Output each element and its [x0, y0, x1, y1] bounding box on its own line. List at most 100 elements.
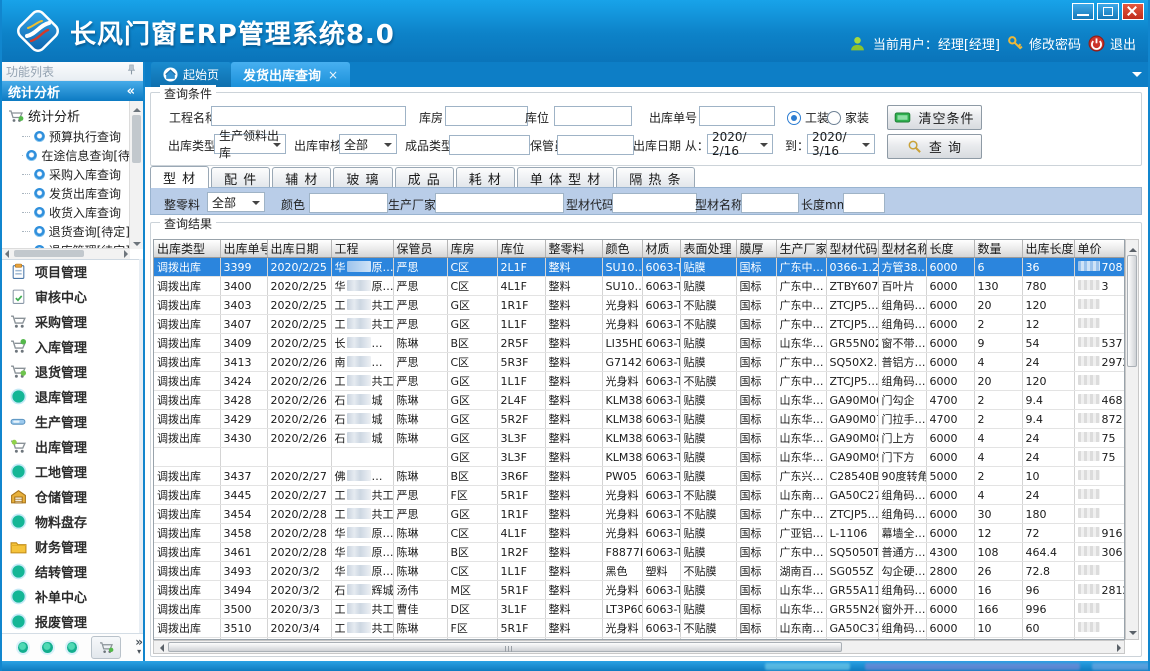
more-modules-button[interactable]: » ▾ — [135, 638, 143, 656]
date-to-select[interactable]: 2020/ 3/16 — [807, 134, 875, 154]
table-horizontal-scrollbar[interactable] — [153, 640, 1125, 654]
module-item-审核中心[interactable]: 审核中心 — [0, 284, 139, 309]
audit-select[interactable]: 全部 — [339, 134, 397, 154]
material-tab-4[interactable]: 玻 璃 — [333, 167, 392, 188]
tree-root-node[interactable]: 统计分析 — [0, 101, 130, 127]
table-row[interactable]: 调拨出库34372020/2/27佛…陈琳B区3R6F整料PW056063-T5… — [154, 467, 1125, 486]
column-header[interactable]: 工程 — [331, 240, 393, 258]
table-row[interactable]: 调拨出库34072020/2/25工共工程严思G区1L1F整料光身料6063-T… — [154, 315, 1125, 334]
table-vertical-scrollbar[interactable] — [1125, 239, 1139, 640]
project-name-input[interactable] — [211, 106, 406, 126]
tree-item[interactable]: 发货出库查询 — [0, 184, 130, 203]
table-row[interactable]: 调拨出库34292020/2/26石城陈琳G区5R2F整料KLM38176063… — [154, 410, 1125, 429]
tree-item[interactable]: 收货入库查询 — [0, 203, 130, 222]
material-tab-1[interactable]: 型 材 — [150, 166, 209, 188]
module-item-财务管理[interactable]: 财务管理 — [0, 534, 139, 559]
column-header[interactable]: 颜色 — [602, 240, 642, 258]
cart-shortcut-button[interactable] — [91, 636, 121, 659]
tree-item[interactable]: 退货查询[待定] — [0, 222, 130, 241]
location-input[interactable] — [554, 106, 632, 126]
module-item-工地管理[interactable]: 工地管理 — [0, 459, 139, 484]
tree-vertical-scrollbar[interactable] — [129, 101, 143, 249]
scroll-thumb[interactable] — [168, 642, 842, 652]
column-header[interactable]: 数量 — [974, 240, 1022, 258]
column-header[interactable]: 库房 — [447, 240, 497, 258]
module-item-仓储管理[interactable]: 仓储管理 — [0, 484, 139, 509]
radio-gongzhuang[interactable]: 工装 — [787, 109, 829, 126]
order-no-input[interactable] — [699, 106, 775, 126]
table-row[interactable]: 调拨出库34092020/2/25长…陈琳B区2R5F整料LI35HD6063-… — [154, 334, 1125, 353]
dot-icon[interactable] — [42, 642, 52, 653]
dot-icon[interactable] — [67, 642, 77, 653]
material-tab-6[interactable]: 耗 材 — [456, 167, 515, 188]
module-item-退库管理[interactable]: 退库管理 — [0, 384, 139, 409]
column-header[interactable]: 生产厂家 — [776, 240, 826, 258]
table-row[interactable]: 调拨出库34942020/3/2石辉城汤伟M区5R1F整料光身料6063-T5贴… — [154, 581, 1125, 600]
column-header[interactable]: 保管员 — [393, 240, 447, 258]
close-button[interactable] — [1122, 3, 1144, 20]
column-header[interactable]: 出库类型 — [154, 240, 220, 258]
column-header[interactable]: 整零料 — [545, 240, 602, 258]
tree-item[interactable]: 在途信息查询[待 — [0, 146, 130, 165]
scroll-up-arrow-icon[interactable] — [133, 104, 141, 112]
column-header[interactable]: 型材名称 — [878, 240, 926, 258]
column-header[interactable]: 出库长度 — [1022, 240, 1074, 258]
table-row[interactable]: 调拨出库34582020/2/28华原…陈琳C区4L1F整料光身料6063-T5… — [154, 524, 1125, 543]
column-header[interactable]: 出库日期 — [267, 240, 331, 258]
minimize-button[interactable] — [1072, 3, 1094, 20]
column-header[interactable]: 单价 — [1074, 240, 1125, 258]
collapse-chevron-icon[interactable]: « — [127, 84, 135, 99]
column-header[interactable]: 材质 — [642, 240, 680, 258]
tree-item[interactable]: 采购入库查询 — [0, 165, 130, 184]
table-row[interactable]: 调拨出库34452020/2/27工共工程严思F区5R1F整料光身料6063-T… — [154, 486, 1125, 505]
tab-list-dropdown-icon[interactable] — [1132, 72, 1142, 82]
profile-name-input[interactable] — [741, 193, 799, 213]
material-tab-3[interactable]: 辅 材 — [272, 167, 331, 188]
table-row[interactable]: 调拨出库34032020/2/25工共工程严思G区1R1F整料光身料6063-T… — [154, 296, 1125, 315]
tree-item[interactable]: 预算执行查询 — [0, 127, 130, 146]
scroll-left-arrow-icon[interactable] — [156, 644, 164, 652]
table-row[interactable]: 调拨出库34002020/2/25华原…严思C区4L1F整料SU10…6063-… — [154, 277, 1125, 296]
column-header[interactable]: 出库单号 — [220, 240, 267, 258]
table-row[interactable]: 调拨出库34932020/3/2华原…陈琳C区1L1F整料黑色塑料不贴膜国标湖南… — [154, 562, 1125, 581]
manufacturer-input[interactable] — [435, 193, 564, 213]
material-tab-8[interactable]: 隔 热 条 — [616, 167, 694, 188]
column-header[interactable]: 表面处理 — [680, 240, 736, 258]
warehouse-input[interactable] — [445, 106, 528, 126]
color-input[interactable] — [309, 193, 388, 213]
logout-button[interactable]: 退出 — [1088, 34, 1136, 53]
keeper-input[interactable] — [557, 135, 634, 155]
table-row[interactable]: 调拨出库33992020/2/25华原…严思C区2L1F整料SU10…6063-… — [154, 258, 1125, 277]
tree-horizontal-scrollbar[interactable] — [0, 248, 130, 259]
date-from-select[interactable]: 2020/ 2/16 — [707, 134, 773, 154]
scroll-thumb[interactable] — [14, 250, 84, 257]
column-header[interactable]: 库位 — [497, 240, 545, 258]
table-row[interactable]: 调拨出库35102020/3/4工共工程陈琳F区5R1F整料光身料6063-T5… — [154, 619, 1125, 638]
material-tab-5[interactable]: 成 品 — [395, 167, 454, 188]
profile-code-input[interactable] — [612, 193, 697, 213]
scroll-down-arrow-icon[interactable] — [133, 242, 141, 250]
material-tab-2[interactable]: 配 件 — [211, 167, 270, 188]
tab-close-icon[interactable]: × — [328, 68, 338, 82]
search-button[interactable]: 查 询 — [887, 134, 982, 159]
scroll-up-arrow-icon[interactable] — [1129, 244, 1137, 252]
clear-conditions-button[interactable]: 清空条件 — [887, 105, 982, 130]
maximize-button[interactable] — [1097, 3, 1119, 20]
radio-jiazhuang[interactable]: 家装 — [827, 109, 869, 126]
column-header[interactable]: 长度 — [926, 240, 974, 258]
module-item-生产管理[interactable]: 生产管理 — [0, 409, 139, 434]
scroll-right-arrow-icon[interactable] — [124, 250, 132, 258]
module-scrollbar[interactable] — [139, 259, 143, 640]
scroll-left-arrow-icon[interactable] — [1, 250, 9, 258]
dot-icon[interactable] — [18, 642, 28, 653]
column-header[interactable]: 型材代码 — [826, 240, 878, 258]
module-item-项目管理[interactable]: 项目管理 — [0, 259, 139, 284]
change-password-button[interactable]: 修改密码 — [1007, 34, 1081, 53]
table-row[interactable]: G区3L3F整料KLM38176063-T5贴膜国标山东华…GA90M09.门下… — [154, 448, 1125, 467]
module-item-补单中心[interactable]: 补单中心 — [0, 584, 139, 609]
table-row[interactable]: 调拨出库35002020/3/3工共工程曹佳D区3L1F整料LT3P606063… — [154, 600, 1125, 619]
module-item-报废管理[interactable]: 报废管理 — [0, 609, 139, 634]
table-row[interactable]: 调拨出库34612020/2/28华原…陈琳B区1R2F整料F8877FT606… — [154, 543, 1125, 562]
product-type-input[interactable] — [449, 135, 530, 155]
table-row[interactable]: 调拨出库34242020/2/26工共工程严思G区1L1F整料光身料6063-T… — [154, 372, 1125, 391]
